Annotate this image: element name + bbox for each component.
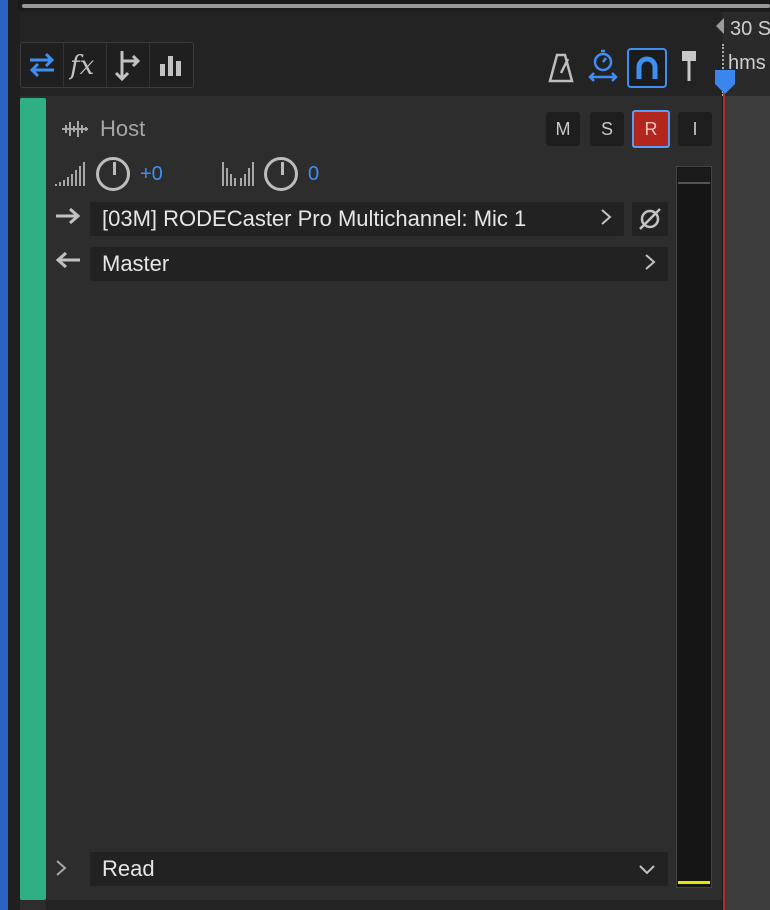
input-arrow-icon bbox=[54, 206, 82, 231]
input-monitor-button[interactable]: I bbox=[678, 112, 712, 146]
phase-invert-icon bbox=[639, 208, 661, 230]
level-meter bbox=[676, 166, 712, 888]
marker-pin-icon[interactable] bbox=[671, 48, 707, 84]
waveform-icon bbox=[60, 118, 90, 145]
automation-mode-select[interactable]: Read bbox=[90, 852, 668, 886]
input-select-value: [03M] RODECaster Pro Multichannel: Mic 1 bbox=[102, 206, 527, 231]
left-gutter bbox=[8, 0, 20, 910]
chevron-right-icon bbox=[644, 251, 656, 277]
horizontal-scrollbar-thumb[interactable] bbox=[22, 4, 770, 8]
track-view-toggle-group: fx bbox=[20, 42, 194, 88]
svg-text:fx: fx bbox=[69, 51, 95, 80]
volume-value[interactable]: +0 bbox=[140, 163, 163, 186]
mute-button[interactable]: M bbox=[546, 112, 580, 146]
automation-mode-value: Read bbox=[102, 856, 155, 881]
track-color-strip[interactable] bbox=[20, 98, 46, 900]
pan-value[interactable]: 0 bbox=[308, 163, 319, 186]
track-divider bbox=[46, 900, 722, 910]
meter-level-bar bbox=[678, 881, 710, 884]
ruler-time-label: 30 S bbox=[730, 18, 770, 40]
volume-icon bbox=[54, 160, 86, 193]
chevron-right-icon bbox=[600, 206, 612, 232]
track-name[interactable]: Host bbox=[100, 116, 145, 142]
sends-icon[interactable] bbox=[107, 43, 150, 87]
ruler-marker-icon bbox=[714, 16, 726, 41]
record-arm-button[interactable]: R bbox=[632, 110, 670, 148]
effects-icon[interactable]: fx bbox=[64, 43, 107, 87]
output-select[interactable]: Master bbox=[90, 247, 668, 281]
time-stretch-icon[interactable] bbox=[585, 48, 621, 84]
eq-icon[interactable] bbox=[150, 43, 192, 87]
playhead-line[interactable] bbox=[723, 90, 725, 910]
input-select[interactable]: [03M] RODECaster Pro Multichannel: Mic 1 bbox=[90, 202, 624, 236]
inputs-outputs-icon[interactable] bbox=[21, 43, 64, 87]
window-left-edge bbox=[0, 0, 8, 910]
automation-expand-icon[interactable] bbox=[54, 858, 68, 883]
meter-peak-indicator[interactable] bbox=[678, 168, 710, 184]
volume-knob[interactable] bbox=[96, 157, 130, 191]
output-arrow-icon bbox=[54, 250, 82, 275]
phase-invert-button[interactable] bbox=[632, 202, 668, 236]
pan-icon bbox=[221, 160, 255, 193]
metronome-icon[interactable] bbox=[543, 50, 579, 86]
chevron-down-icon bbox=[638, 856, 656, 882]
pan-knob[interactable] bbox=[264, 157, 298, 191]
snap-magnet-icon[interactable] bbox=[627, 48, 667, 88]
timeline-clip-area[interactable] bbox=[724, 96, 770, 910]
output-select-value: Master bbox=[102, 251, 170, 276]
solo-button[interactable]: S bbox=[590, 112, 624, 146]
